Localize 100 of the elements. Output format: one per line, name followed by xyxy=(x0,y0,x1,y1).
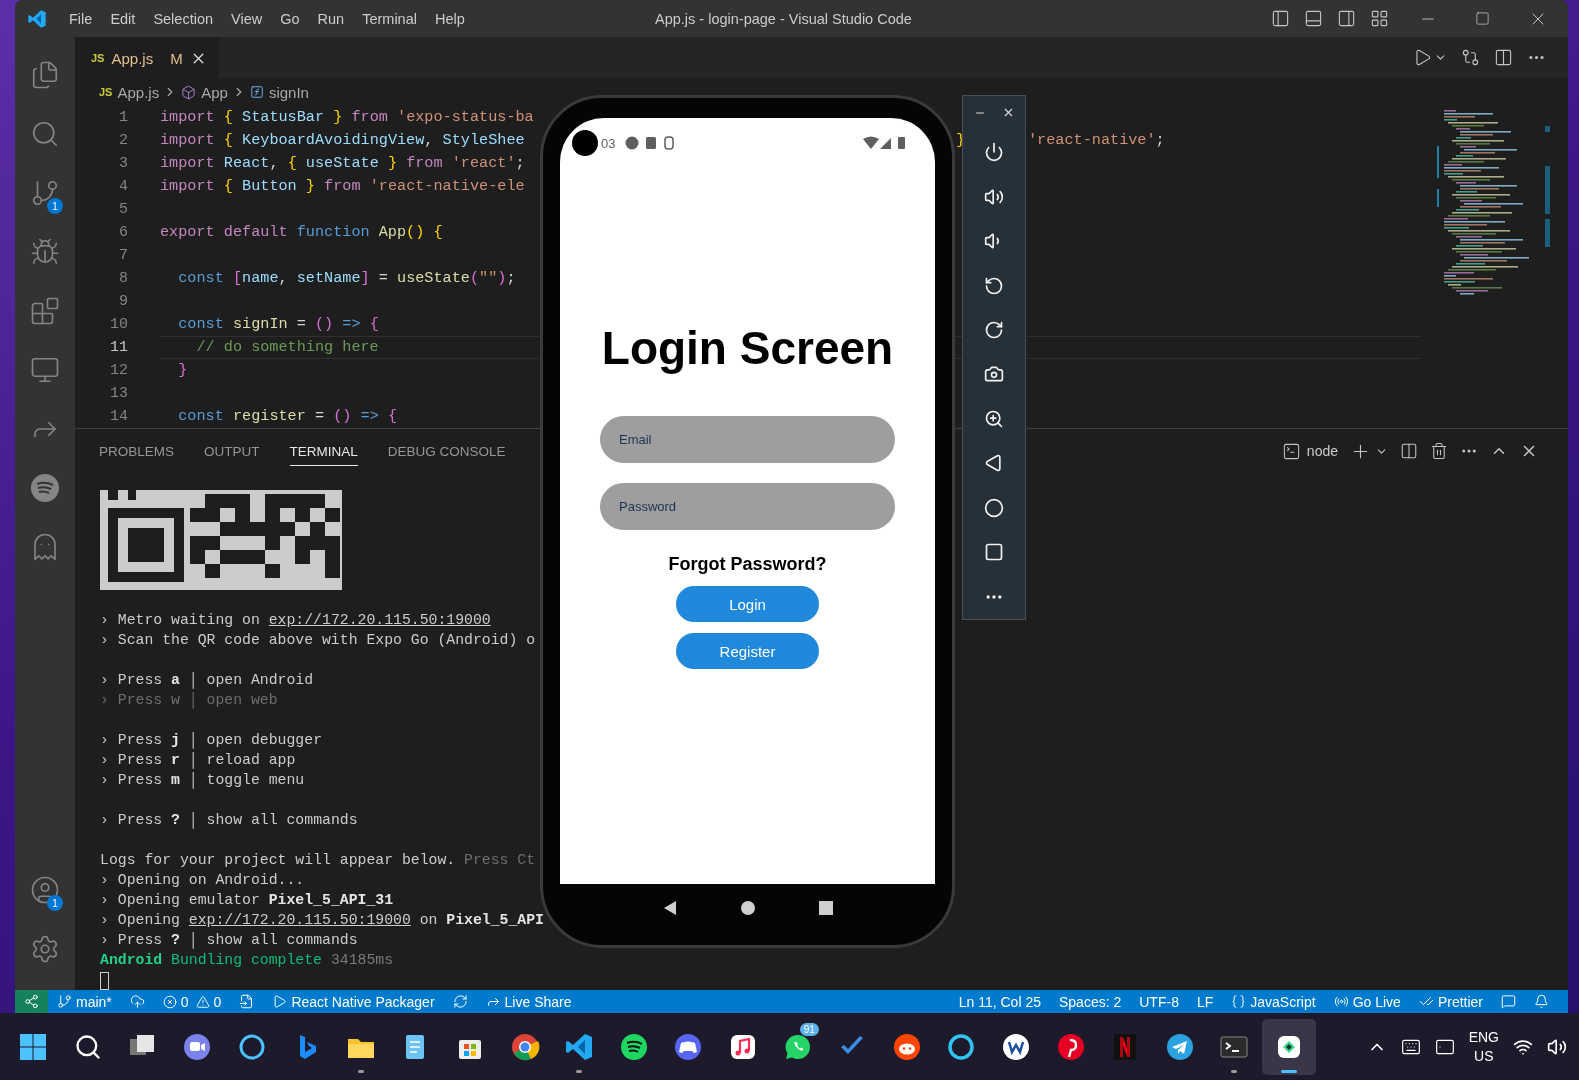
menu-item[interactable]: Selection xyxy=(144,10,223,27)
home-icon[interactable] xyxy=(741,900,756,915)
paper-plane-icon[interactable] xyxy=(1164,1031,1195,1062)
breadcrumb-item[interactable]: signIn xyxy=(249,83,309,101)
editor-tab[interactable]: JS App.js M xyxy=(75,37,219,78)
input-field[interactable]: Password xyxy=(600,483,895,530)
remote-icon xyxy=(24,994,39,1009)
trash-icon[interactable] xyxy=(1430,442,1448,460)
compare-icon[interactable] xyxy=(1461,48,1480,67)
problems-status[interactable]: 0 0 xyxy=(153,990,231,1013)
menu-item[interactable]: Terminal xyxy=(353,10,426,27)
windows-logo-icon[interactable] xyxy=(18,1031,49,1062)
terminal-line: › Scan the QR code above with Expo Go (Android) o xyxy=(100,631,536,650)
power-icon[interactable] xyxy=(984,142,1004,163)
running-indicator xyxy=(1231,1069,1238,1073)
line-number: 6 xyxy=(118,223,128,243)
toggle-panel-icon[interactable] xyxy=(1304,9,1323,28)
gamepad-icon[interactable] xyxy=(673,1031,704,1062)
account-icon[interactable] xyxy=(30,874,60,905)
language-indicator[interactable]: ENG US xyxy=(1468,1027,1499,1066)
menu-item[interactable]: Run xyxy=(308,10,354,27)
broadcast-icon xyxy=(1333,994,1349,1009)
music-circle-icon[interactable] xyxy=(618,1031,649,1062)
maximize-icon[interactable] xyxy=(1475,11,1490,26)
screen-button[interactable]: Login xyxy=(676,586,819,622)
line-number: 5 xyxy=(118,200,128,220)
status-item[interactable]: Spaces: 2 xyxy=(1050,990,1131,1013)
taskbar-button[interactable] xyxy=(1261,1018,1317,1075)
panel-tab[interactable]: TERMINAL xyxy=(289,436,358,466)
line-number: 13 xyxy=(109,384,128,404)
files-icon[interactable] xyxy=(30,59,60,90)
search-icon[interactable] xyxy=(73,1032,102,1061)
screen-button[interactable]: Register xyxy=(676,633,819,669)
browser-icon[interactable] xyxy=(509,1031,540,1062)
code-line: } xyxy=(177,360,188,381)
line-number: 11 xyxy=(109,338,128,358)
code-line: import React, { useState } from 'react'; xyxy=(160,153,525,174)
toggle-sidebar-icon[interactable] xyxy=(1271,9,1290,28)
app-logo-icon[interactable] xyxy=(27,8,47,29)
blocks-icon[interactable] xyxy=(30,295,60,326)
status-item[interactable]: Go Live xyxy=(1324,990,1410,1013)
count-badge: 91 xyxy=(799,1022,819,1036)
status-item[interactable]: React Native Packager xyxy=(263,990,444,1013)
status-item[interactable]: Ln 11, Col 25 xyxy=(949,990,1050,1013)
alien-icon[interactable] xyxy=(891,1031,922,1062)
recents-icon[interactable] xyxy=(819,900,834,915)
panel-tab[interactable]: PROBLEMS xyxy=(99,436,175,466)
terminal-name[interactable]: node xyxy=(1306,443,1338,459)
forgot-password-link[interactable]: Forgot Password? xyxy=(668,552,827,576)
feedback-icon xyxy=(1501,994,1516,1009)
code-fragment: } xyxy=(956,130,966,151)
running-indicator xyxy=(357,1069,364,1073)
line-number: 4 xyxy=(118,177,128,197)
breadcrumb-item[interactable]: JS App.js xyxy=(99,83,160,101)
status-item[interactable]: UTF-8 xyxy=(1130,990,1188,1013)
terminal-line: › Press m │ toggle menu xyxy=(100,771,305,790)
overview-square-icon[interactable] xyxy=(984,542,1004,563)
code-line: import { KeyboardAvoidingView, StyleShee xyxy=(160,130,525,151)
panel-tab[interactable]: OUTPUT xyxy=(204,436,260,466)
status-item[interactable]: Prettier xyxy=(1409,990,1492,1013)
toggle-secondary-sidebar-icon[interactable] xyxy=(1337,9,1356,28)
menu-item[interactable]: View xyxy=(222,10,272,27)
menu-item[interactable]: File xyxy=(60,10,102,27)
rotate-right-icon[interactable] xyxy=(984,320,1004,340)
layout-icon[interactable] xyxy=(1370,9,1389,28)
round-app-icon[interactable] xyxy=(1001,1031,1031,1062)
terminal-icon[interactable] xyxy=(1281,441,1301,461)
camera-icon[interactable] xyxy=(984,364,1004,385)
remote-button[interactable] xyxy=(15,990,48,1013)
split-editor-icon[interactable] xyxy=(1494,48,1513,67)
status-item[interactable]: Live Share xyxy=(476,990,581,1013)
code-line: const signIn = () => { xyxy=(177,314,379,335)
rotate-left-icon[interactable] xyxy=(984,275,1004,296)
pin-icon[interactable] xyxy=(1055,1031,1086,1062)
window-title: App.js - login-page - Visual Studio Code xyxy=(655,10,912,27)
settings-icon[interactable] xyxy=(30,933,60,964)
run-icon[interactable] xyxy=(1413,48,1432,67)
input-field[interactable]: Email xyxy=(600,416,895,463)
terminal-line: › Press ? │ show all commands xyxy=(100,931,358,950)
video-chat-icon[interactable] xyxy=(182,1031,213,1062)
status-item[interactable]: LF xyxy=(1187,990,1223,1013)
ring-icon[interactable] xyxy=(946,1031,977,1062)
code-editor-icon[interactable] xyxy=(564,1031,595,1062)
signal-battery-icons xyxy=(863,136,907,150)
breadcrumb-item[interactable]: App xyxy=(181,83,228,101)
back-triangle-icon[interactable] xyxy=(984,453,1004,474)
split-terminal-icon[interactable] xyxy=(1400,442,1418,460)
menu-item[interactable]: Edit xyxy=(101,10,145,27)
panel-tab[interactable]: DEBUG CONSOLE xyxy=(387,436,506,466)
menu-item[interactable]: Help xyxy=(425,10,474,27)
port-icon xyxy=(239,994,255,1009)
line-number: 2 xyxy=(118,131,128,151)
volume-icon[interactable] xyxy=(1547,1036,1567,1057)
menu-item[interactable]: Go xyxy=(271,10,309,27)
status-item[interactable]: JavaScript xyxy=(1222,990,1325,1013)
home-circle-icon[interactable] xyxy=(984,497,1004,518)
bug-icon[interactable] xyxy=(30,236,60,267)
status-item[interactable]: main* xyxy=(48,990,121,1013)
zoom-in-icon[interactable] xyxy=(984,408,1004,429)
volume-up-icon[interactable] xyxy=(984,186,1004,207)
